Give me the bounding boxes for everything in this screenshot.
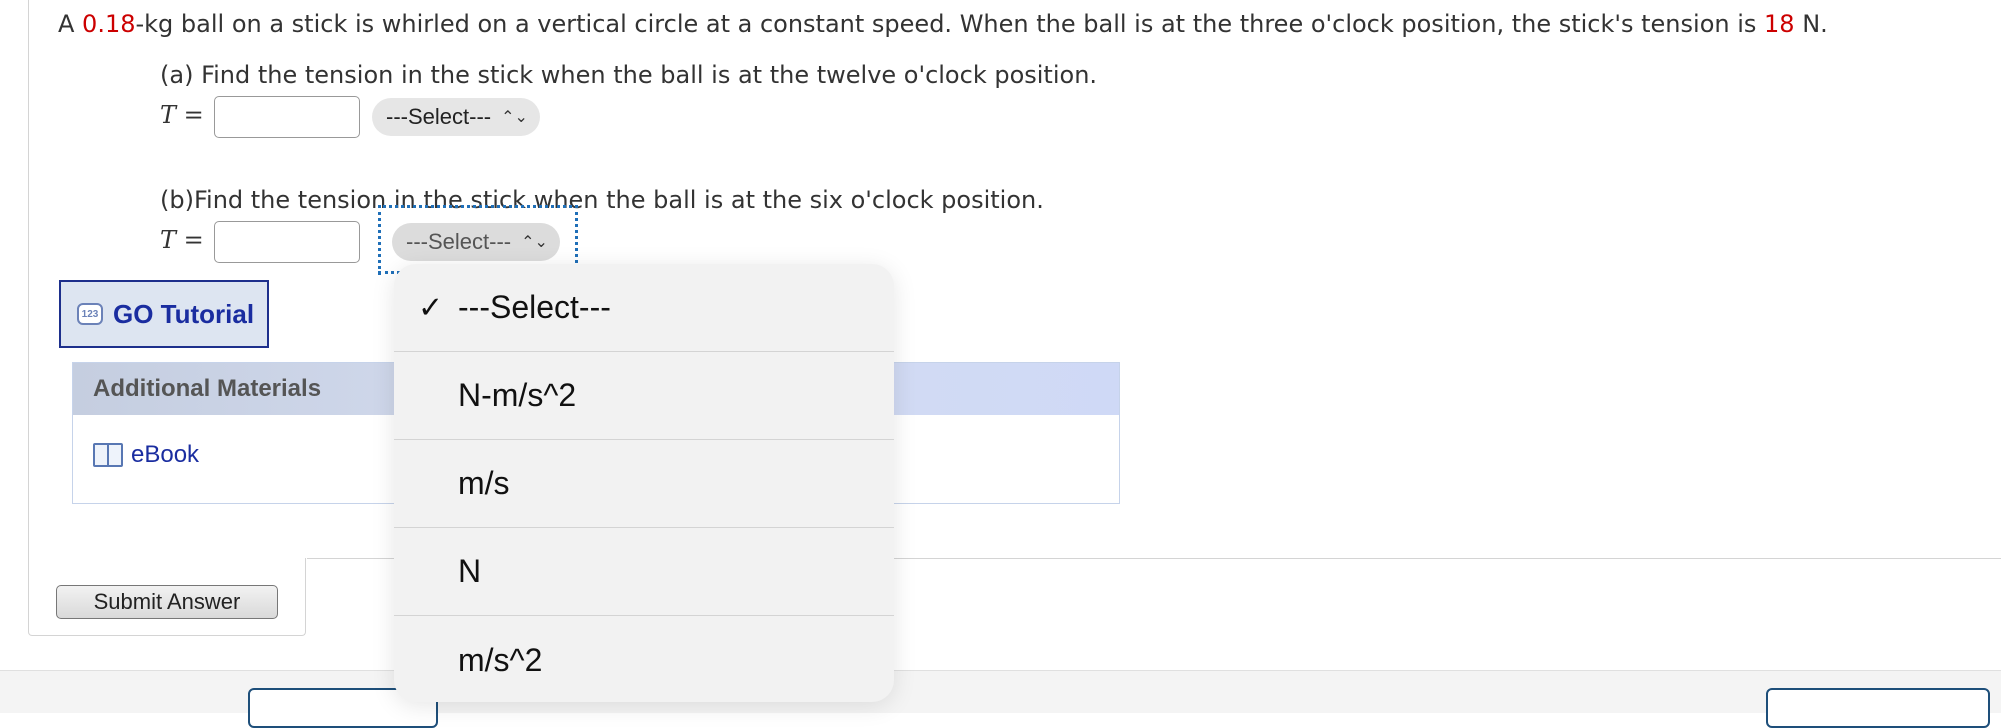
- dropdown-option[interactable]: N-m/s^2: [394, 352, 894, 440]
- part-b-prompt: (b)Find the tension in the stick when th…: [160, 186, 1044, 214]
- chevron-updown-icon: ⌃⌄: [501, 109, 528, 126]
- part-a-prompt: (a) Find the tension in the stick when t…: [160, 61, 1098, 89]
- tutorial-icon: 123: [77, 303, 103, 325]
- mass-value: 0.18: [82, 10, 136, 38]
- part-a-answer-input[interactable]: [214, 96, 360, 138]
- go-tutorial-button[interactable]: 123 GO Tutorial: [59, 280, 269, 348]
- unit-dropdown-menu: ✓ ---Select--- N-m/s^2 m/s N m/s^2: [394, 264, 894, 702]
- bottom-right-button[interactable]: [1766, 688, 1990, 728]
- part-a-unit-select[interactable]: ---Select--- ⌃⌄: [372, 98, 540, 136]
- problem-statement: A 0.18-kg ball on a stick is whirled on …: [58, 10, 1828, 38]
- tension-value: 18: [1764, 10, 1795, 38]
- dropdown-option[interactable]: m/s: [394, 440, 894, 528]
- part-a-variable-label: T =: [160, 101, 204, 129]
- ebook-label: eBook: [131, 441, 200, 468]
- dropdown-option[interactable]: m/s^2: [394, 616, 894, 702]
- part-b-answer-input[interactable]: [214, 221, 360, 263]
- ebook-link[interactable]: eBook: [93, 441, 199, 469]
- dropdown-option[interactable]: N: [394, 528, 894, 616]
- go-tutorial-label: GO Tutorial: [113, 298, 255, 329]
- book-icon: [93, 443, 123, 467]
- checkmark-icon: ✓: [418, 291, 444, 324]
- part-b-variable-label: T =: [160, 226, 204, 254]
- submit-answer-button[interactable]: Submit Answer: [56, 585, 278, 619]
- dropdown-option[interactable]: ✓ ---Select---: [394, 264, 894, 352]
